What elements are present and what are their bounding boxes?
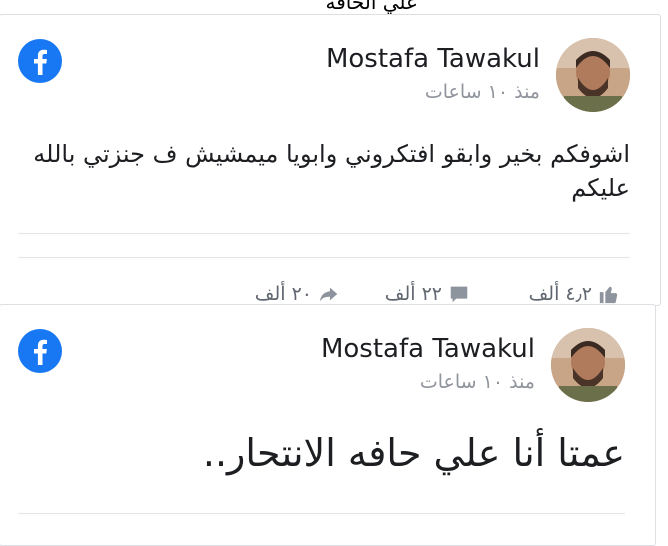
divider bbox=[18, 513, 625, 514]
divider bbox=[18, 233, 630, 234]
comment-icon bbox=[450, 286, 468, 303]
post-timestamp[interactable]: منذ ١٠ ساعات bbox=[425, 81, 540, 103]
top-cut-text-strip: علي الحافه bbox=[0, 0, 668, 14]
comment-count-label: ٢٢ ألف bbox=[384, 283, 442, 305]
divider bbox=[18, 257, 630, 258]
share-icon bbox=[319, 287, 338, 302]
post-author[interactable]: Mostafa Tawakul bbox=[326, 44, 540, 74]
post-timestamp[interactable]: منذ ١٠ ساعات bbox=[420, 371, 535, 393]
thumbs-up-icon bbox=[599, 286, 618, 304]
like-count-label: ٤٫٢ ألف bbox=[528, 283, 592, 305]
top-cut-text: علي الحافه bbox=[325, 0, 418, 14]
post-text: اشوفكم بخير وابقو افتكروني وابويا ميمشيش… bbox=[33, 140, 630, 202]
post-author[interactable]: Mostafa Tawakul bbox=[321, 334, 535, 364]
share-count[interactable]: ٢٠ ألف bbox=[255, 283, 340, 305]
comment-count[interactable]: ٢٢ ألف bbox=[385, 283, 470, 305]
post-card: Mostafa Tawakul منذ ١٠ ساعات عمتا أنا عل… bbox=[0, 304, 656, 546]
share-count-label: ٢٠ ألف bbox=[254, 283, 312, 305]
avatar[interactable] bbox=[556, 38, 630, 112]
facebook-logo-icon[interactable] bbox=[18, 329, 62, 373]
post-card: Mostafa Tawakul منذ ١٠ ساعات اشوفكم بخير… bbox=[0, 14, 661, 306]
facebook-logo-icon[interactable] bbox=[18, 39, 62, 83]
avatar[interactable] bbox=[551, 328, 625, 402]
post-text: عمتا أنا علي حافه الانتحار.. bbox=[202, 431, 625, 475]
like-count[interactable]: ٤٫٢ ألف bbox=[529, 283, 620, 305]
